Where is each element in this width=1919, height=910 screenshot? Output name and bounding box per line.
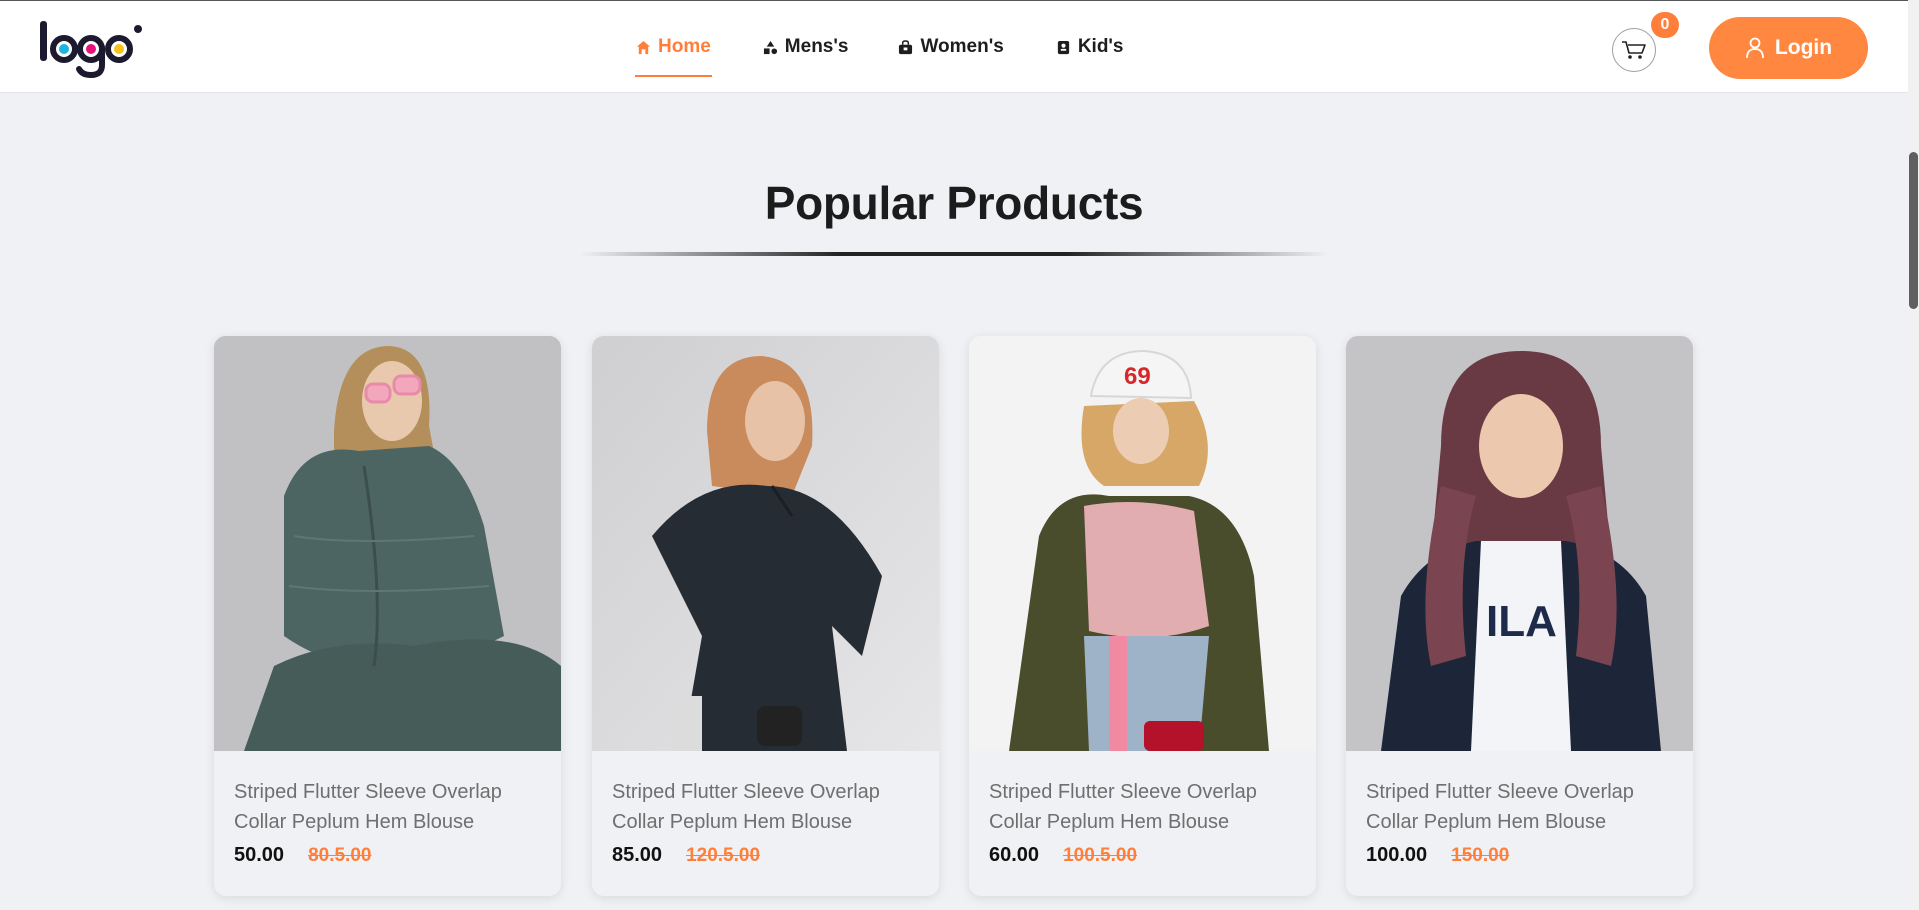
cart-count-badge: 0: [1651, 12, 1679, 38]
shopping-bag-icon: [899, 39, 913, 54]
product-info: Striped Flutter Sleeve Overlap Collar Pe…: [1346, 751, 1693, 867]
product-old-price: 150.00: [1451, 845, 1510, 866]
product-image[interactable]: ILA: [1346, 336, 1693, 751]
page-scrollbar[interactable]: [1908, 0, 1919, 910]
product-old-price: 100.5.00: [1063, 845, 1138, 866]
cart-button[interactable]: [1612, 28, 1656, 72]
product-info: Striped Flutter Sleeve Overlap Collar Pe…: [592, 751, 939, 867]
price-row: 60.00 100.5.00: [989, 844, 1296, 867]
product-info: Striped Flutter Sleeve Overlap Collar Pe…: [214, 751, 561, 867]
product-image[interactable]: 69: [969, 336, 1316, 751]
product-image[interactable]: [214, 336, 561, 751]
site-logo[interactable]: [38, 15, 154, 79]
price-row: 50.00 80.5.00: [234, 844, 541, 867]
product-info: Striped Flutter Sleeve Overlap Collar Pe…: [969, 751, 1316, 867]
nav-label: Mens's: [784, 36, 849, 57]
scrollbar-thumb[interactable]: [1909, 152, 1918, 309]
product-card[interactable]: Striped Flutter Sleeve Overlap Collar Pe…: [214, 336, 561, 896]
user-icon: [1746, 37, 1764, 59]
shapes-icon: [763, 40, 777, 54]
product-title[interactable]: Striped Flutter Sleeve Overlap Collar Pe…: [234, 777, 541, 837]
price-row: 85.00 120.5.00: [612, 844, 919, 867]
section-divider: [580, 252, 1328, 256]
product-price: 50.00: [234, 844, 285, 866]
product-old-price: 120.5.00: [686, 845, 761, 866]
product-title[interactable]: Striped Flutter Sleeve Overlap Collar Pe…: [612, 777, 919, 837]
svg-text:69: 69: [1124, 363, 1151, 390]
nav-home[interactable]: Home: [635, 35, 712, 77]
svg-text:ILA: ILA: [1486, 597, 1557, 646]
product-card[interactable]: ILA Striped Flutter Sleeve Overlap Colla…: [1346, 336, 1693, 896]
section-title: Popular Products: [764, 177, 1144, 229]
product-image[interactable]: [592, 336, 939, 751]
contact-card-icon: [1057, 40, 1069, 54]
login-button[interactable]: Login: [1709, 17, 1868, 79]
product-old-price: 80.5.00: [308, 845, 372, 866]
nav-womens[interactable]: Women's: [898, 35, 1004, 59]
nav-kids[interactable]: Kid's: [1056, 35, 1124, 59]
product-title[interactable]: Striped Flutter Sleeve Overlap Collar Pe…: [989, 777, 1296, 837]
product-price: 85.00: [612, 844, 663, 866]
nav-label: Women's: [920, 36, 1004, 57]
main-nav: Home Mens's Women's Kid's: [635, 35, 1124, 77]
product-price: 60.00: [989, 844, 1040, 866]
price-row: 100.00 150.00: [1366, 844, 1673, 867]
cart-icon: [1622, 41, 1646, 59]
product-card[interactable]: Striped Flutter Sleeve Overlap Collar Pe…: [592, 336, 939, 896]
site-header: Home Mens's Women's Kid's 0 Login: [0, 0, 1908, 93]
home-icon: [636, 40, 651, 54]
nav-label: Home: [658, 36, 711, 57]
login-label: Login: [1774, 36, 1833, 59]
product-price: 100.00: [1366, 844, 1428, 866]
product-card[interactable]: 69 Striped Flutter Sleeve Overlap Collar…: [969, 336, 1316, 896]
product-title[interactable]: Striped Flutter Sleeve Overlap Collar Pe…: [1366, 777, 1673, 837]
logo-mark: [40, 21, 142, 79]
nav-mens[interactable]: Mens's: [763, 35, 849, 59]
nav-label: Kid's: [1077, 36, 1124, 57]
